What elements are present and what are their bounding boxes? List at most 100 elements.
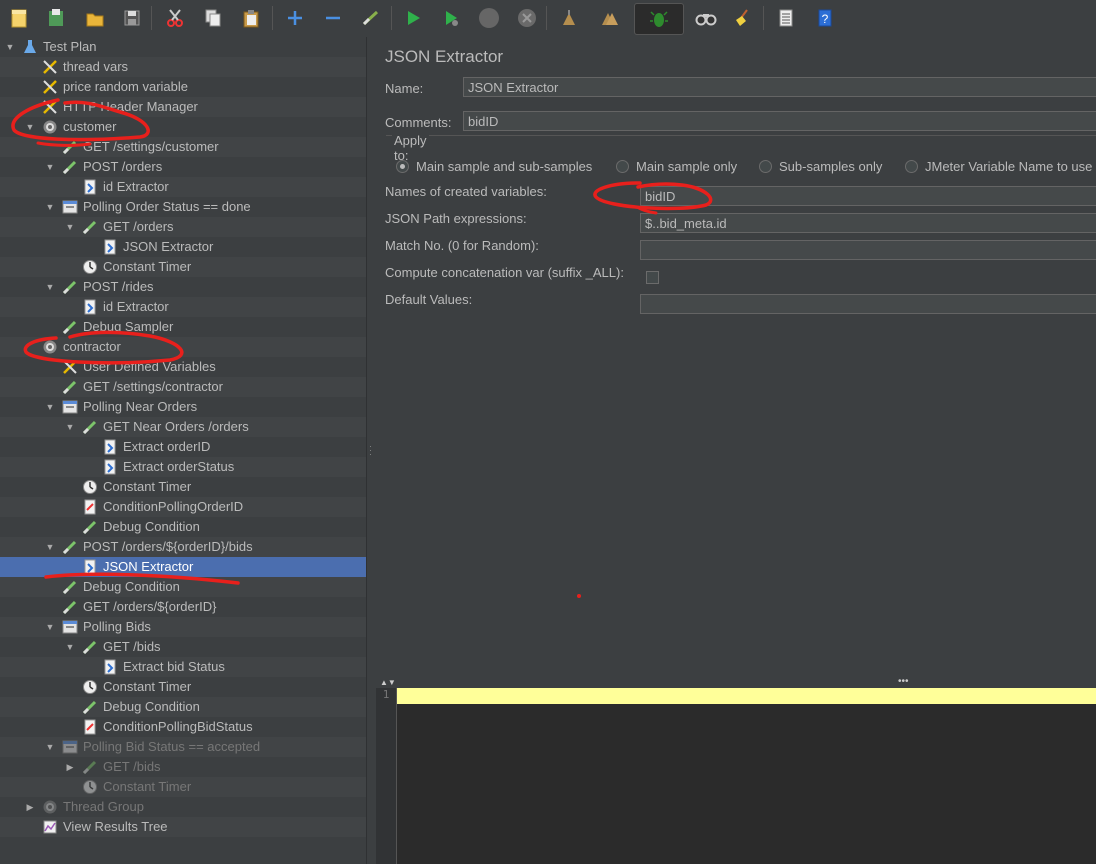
thread-group-icon <box>42 339 58 355</box>
tree-row[interactable]: Debug Condition <box>0 577 366 597</box>
tree-row[interactable]: ▼ Polling Bid Status == accepted <box>0 737 366 757</box>
tree-row[interactable]: Constant Timer <box>0 777 366 797</box>
shutdown-icon[interactable] <box>514 5 540 31</box>
sampler-icon <box>62 159 78 175</box>
collapse-toggle-icon[interactable]: ▼ <box>44 277 56 297</box>
tree-row[interactable]: ▼ customer <box>0 117 366 137</box>
collapse-toggle-icon[interactable]: ▼ <box>4 37 16 57</box>
tree-row[interactable]: User Defined Variables <box>0 357 366 377</box>
cut-icon[interactable] <box>162 5 188 31</box>
collapse-toggle-icon[interactable]: ▼ <box>44 197 56 217</box>
clear-icon[interactable] <box>556 5 582 31</box>
tree-row-label: GET /bids <box>103 639 161 654</box>
tree-row[interactable]: Debug Condition <box>0 697 366 717</box>
collapse-toggle-icon[interactable]: ▼ <box>44 617 56 637</box>
tree-row[interactable]: thread vars <box>0 57 366 77</box>
collapse-toggle-icon[interactable]: ▼ <box>44 397 56 417</box>
tree-row-label: id Extractor <box>103 179 169 194</box>
tree-row[interactable]: id Extractor <box>0 297 366 317</box>
tree-row[interactable]: contractor <box>0 337 366 357</box>
tree-row[interactable]: ConditionPollingBidStatus <box>0 717 366 737</box>
tree-row[interactable]: Extract orderID <box>0 437 366 457</box>
broom-icon[interactable] <box>730 5 756 31</box>
radio-sub-only[interactable]: Sub-samples only <box>759 159 882 174</box>
expand-icon[interactable] <box>282 5 308 31</box>
collapse-icon[interactable] <box>320 5 346 31</box>
tree-row[interactable]: ▼ Polling Bids <box>0 617 366 637</box>
tree-row[interactable]: ▼ Test Plan <box>0 37 366 57</box>
expand-toggle-icon[interactable]: ▶ <box>64 757 76 777</box>
search-icon[interactable] <box>634 3 684 35</box>
collapse-toggle-icon[interactable]: ▼ <box>44 157 56 177</box>
tree-row[interactable]: View Results Tree <box>0 817 366 837</box>
radio-dot[interactable] <box>905 160 918 173</box>
current-line[interactable] <box>397 688 1096 704</box>
json-path-field[interactable]: $..bid_meta.id <box>640 213 1096 233</box>
radio-dot[interactable] <box>759 160 772 173</box>
templates-icon[interactable] <box>43 5 69 31</box>
default-values-field[interactable] <box>640 294 1096 314</box>
tree-row[interactable]: ▼ POST /orders/${orderID}/bids <box>0 537 366 557</box>
copy-icon[interactable] <box>200 5 226 31</box>
tree-row[interactable]: JSON Extractor <box>0 557 366 577</box>
tree-row[interactable]: HTTP Header Manager <box>0 97 366 117</box>
open-icon[interactable] <box>82 5 108 31</box>
tree-row[interactable]: ▼ GET Near Orders /orders <box>0 417 366 437</box>
tree-row[interactable]: JSON Extractor <box>0 237 366 257</box>
tree-row[interactable]: ▼ Polling Near Orders <box>0 397 366 417</box>
tree-row[interactable]: GET /settings/customer <box>0 137 366 157</box>
tree-row[interactable]: Constant Timer <box>0 677 366 697</box>
tree-row[interactable]: ▼ POST /orders <box>0 157 366 177</box>
script-editor[interactable]: ▲▼ ••• 1 <box>376 676 1096 864</box>
start-icon[interactable] <box>400 5 426 31</box>
collapse-toggle-icon[interactable]: ▼ <box>64 217 76 237</box>
collapse-toggle-icon[interactable]: ▼ <box>44 537 56 557</box>
radio-jmeter-variable[interactable]: JMeter Variable Name to use <box>905 159 1092 174</box>
function-helper-icon[interactable] <box>773 5 799 31</box>
tree-row[interactable]: GET /settings/contractor <box>0 377 366 397</box>
sampler-icon <box>82 219 98 235</box>
stop-icon[interactable] <box>476 5 502 31</box>
tree-row[interactable]: ▼ Polling Order Status == done <box>0 197 366 217</box>
tree-row[interactable]: Debug Condition <box>0 517 366 537</box>
collapse-toggle-icon[interactable]: ▼ <box>44 737 56 757</box>
test-plan-tree[interactable]: ▼ Test Plan thread vars price random variab… <box>0 37 366 864</box>
tree-row[interactable]: Constant Timer <box>0 257 366 277</box>
tree-row[interactable]: Extract orderStatus <box>0 457 366 477</box>
new-icon[interactable] <box>6 5 32 31</box>
name-field[interactable]: JSON Extractor <box>463 77 1096 97</box>
tree-row[interactable]: Debug Sampler <box>0 317 366 337</box>
tree-row[interactable]: Extract bid Status <box>0 657 366 677</box>
comments-field[interactable]: bidID <box>463 111 1096 131</box>
match-no-field[interactable] <box>640 240 1096 260</box>
radio-dot[interactable] <box>396 160 409 173</box>
concat-checkbox[interactable] <box>646 271 659 284</box>
tree-row[interactable]: ▼ POST /rides <box>0 277 366 297</box>
tree-row[interactable]: ▶ Thread Group <box>0 797 366 817</box>
tree-row[interactable]: ▶ GET /bids <box>0 757 366 777</box>
tree-row[interactable]: ConditionPollingOrderID <box>0 497 366 517</box>
collapse-toggle-icon[interactable]: ▼ <box>64 417 76 437</box>
tree-row[interactable]: GET /orders/${orderID} <box>0 597 366 617</box>
tree-row[interactable]: ▼ GET /orders <box>0 217 366 237</box>
tree-row[interactable]: ▼ GET /bids <box>0 637 366 657</box>
save-icon[interactable] <box>119 5 145 31</box>
tree-row[interactable]: Constant Timer <box>0 477 366 497</box>
reset-search-icon[interactable] <box>693 5 719 31</box>
radio-main-only[interactable]: Main sample only <box>616 159 737 174</box>
collapse-toggle-icon[interactable]: ▼ <box>24 117 36 137</box>
expand-arrows-icon[interactable]: ▲▼ <box>380 678 396 687</box>
more-icon[interactable]: ••• <box>898 676 909 687</box>
clear-all-icon[interactable] <box>596 5 622 31</box>
collapse-toggle-icon[interactable]: ▼ <box>64 637 76 657</box>
help-icon[interactable]: ? <box>812 5 838 31</box>
radio-dot[interactable] <box>616 160 629 173</box>
tree-row[interactable]: price random variable <box>0 77 366 97</box>
variable-names-field[interactable]: bidID <box>640 186 1096 206</box>
toggle-icon[interactable] <box>358 5 384 31</box>
start-no-pause-icon[interactable] <box>438 5 464 31</box>
tree-row[interactable]: id Extractor <box>0 177 366 197</box>
paste-icon[interactable] <box>238 5 264 31</box>
radio-main-and-sub[interactable]: Main sample and sub-samples <box>396 159 592 174</box>
expand-toggle-icon[interactable]: ▶ <box>24 797 36 817</box>
